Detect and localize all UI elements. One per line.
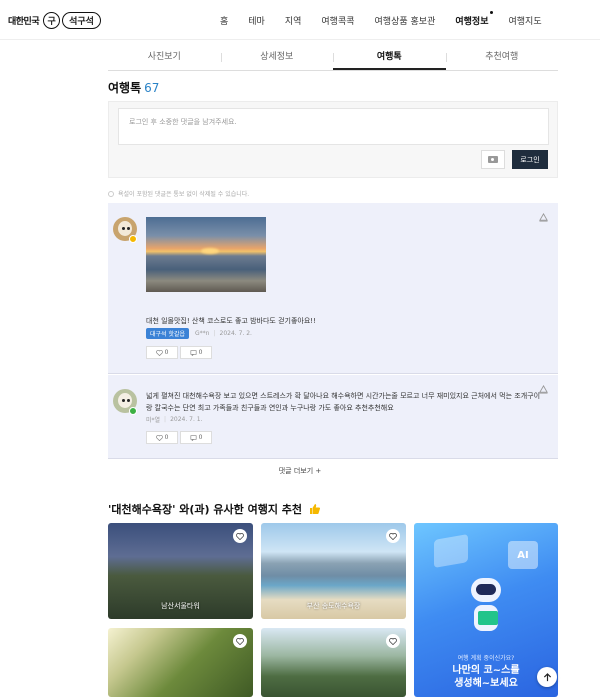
comment-bubble-icon (190, 349, 197, 356)
user-grade-badge (129, 407, 137, 415)
like-count: 0 (164, 434, 169, 441)
heart-icon (389, 637, 397, 645)
recommend-card[interactable]: 남산서울타워 (108, 523, 253, 619)
favorite-button[interactable] (233, 529, 247, 543)
more-comments-button[interactable]: 댓글 더보기 + (0, 466, 600, 476)
comment-text: 대천 일몰맛집! 산책 코스로도 좋고 밤바다도 걷기좋아요!! (146, 317, 316, 325)
global-header: 대한민국 구 석구석 홈 테마 지역 여행콕콕 여행상품 홍보관 여행정보 여행… (0, 0, 600, 40)
robot-visor (476, 584, 496, 595)
nav-travel-info[interactable]: 여행정보 (455, 11, 494, 27)
report-icon[interactable] (539, 213, 548, 222)
like-button[interactable]: 0 (146, 431, 178, 444)
tab-photos[interactable]: 사진보기 (108, 44, 221, 70)
arrow-up-icon (543, 672, 551, 681)
reply-count: 0 (198, 434, 203, 441)
heart-icon (236, 532, 244, 540)
nav-travel-info-label: 여행정보 (455, 17, 489, 27)
comment-actions: 0 0 (146, 431, 214, 444)
ai-badge: AI (508, 541, 538, 569)
recommend-card[interactable] (261, 628, 406, 697)
separator: | (213, 330, 216, 337)
tab-travel-talk[interactable]: 여행톡 (333, 44, 446, 70)
tab-recommend[interactable]: 추천여행 (445, 44, 559, 70)
recommend-title-text: '대천해수욕장' 와(과) 유사한 여행지 추천 (108, 503, 303, 516)
comment-user: 미*열 (146, 417, 161, 424)
talk-title-text: 여행톡 (108, 81, 142, 95)
scroll-top-button[interactable] (537, 667, 557, 687)
nav-travel-products[interactable]: 여행상품 홍보관 (375, 14, 436, 27)
heart-icon (236, 637, 244, 645)
camera-icon (488, 156, 498, 163)
reply-count: 0 (198, 349, 203, 356)
card-title: 남산서울타워 (161, 602, 200, 610)
like-count: 0 (164, 349, 169, 356)
comment-user: G**n (195, 330, 210, 337)
comment-item: 대천 일몰맛집! 산책 코스로도 좋고 밤바다도 걷기좋아요!! 대구석 핫갈읍… (108, 203, 558, 374)
comment-notice: 욕설이 포함된 댓글은 통보 없이 삭제될 수 있습니다. (108, 189, 249, 198)
favorite-button[interactable] (233, 634, 247, 648)
reply-button[interactable]: 0 (180, 346, 212, 359)
nav-travel-kokkok[interactable]: 여행콕콕 (321, 14, 354, 27)
comment-meta: 대구석 핫갈읍 G**n | 2024. 7. 2. (146, 328, 252, 339)
recommend-card[interactable]: 부산 송도해수욕장 (261, 523, 406, 619)
ai-banner-subtitle: 여행 계획 중이신가요? (457, 655, 515, 662)
heart-icon (155, 434, 163, 441)
decorative-cube (434, 534, 468, 568)
active-dot (490, 11, 494, 14)
recommend-title: '대천해수욕장' 와(과) 유사한 여행지 추천 (108, 501, 321, 517)
logo-text-left: 대한민국 (8, 16, 40, 27)
comment-list: 대천 일몰맛집! 산책 코스로도 좋고 밤바다도 걷기좋아요!! 대구석 핫갈읍… (108, 203, 558, 459)
comment-item: 넓게 펼쳐진 대천해수욕장 보고 있으면 스트레스가 확 달아나요 해수욕하면 … (108, 375, 558, 459)
comment-bubble-icon (190, 434, 197, 441)
site-logo[interactable]: 대한민국 구 석구석 (8, 10, 101, 30)
card-title: 부산 송도해수욕장 (306, 602, 361, 610)
ai-course-banner[interactable]: AI 여행 계획 중이신가요? 나만의 코~스를 생성해~보세요 (414, 523, 558, 697)
user-badge: 대구석 핫갈읍 (146, 328, 190, 339)
nav-home[interactable]: 홈 (220, 14, 228, 27)
heart-icon (155, 349, 163, 356)
thumbs-up-icon (309, 504, 320, 514)
separator: | (164, 416, 167, 423)
comment-photo[interactable] (146, 217, 266, 292)
comment-actions: 0 0 (146, 346, 214, 359)
nav-region[interactable]: 지역 (285, 14, 302, 27)
like-button[interactable]: 0 (146, 346, 178, 359)
main-nav: 홈 테마 지역 여행콕콕 여행상품 홍보관 여행정보 여행지도 (220, 11, 562, 27)
nav-theme[interactable]: 테마 (248, 14, 265, 27)
talk-title: 여행톡 67 (108, 79, 159, 96)
logo-mark: 구 (43, 11, 61, 29)
favorite-button[interactable] (386, 529, 400, 543)
comment-text: 넓게 펼쳐진 대천해수욕장 보고 있으면 스트레스가 확 달아나요 해수욕하면 … (146, 392, 541, 412)
comment-date: 2024. 7. 1. (170, 416, 203, 423)
notice-text: 욕설이 포함된 댓글은 통보 없이 삭제될 수 있습니다. (118, 191, 250, 198)
nav-travel-map[interactable]: 여행지도 (508, 14, 541, 27)
photo-upload-button[interactable] (481, 150, 505, 169)
tab-details[interactable]: 상세정보 (220, 44, 334, 70)
comment-meta: 미*열 | 2024. 7. 1. (146, 415, 203, 424)
heart-icon (389, 532, 397, 540)
info-icon (108, 190, 114, 197)
recommend-card[interactable] (108, 628, 253, 697)
login-button[interactable]: 로그인 (512, 150, 548, 169)
comment-write-box: 로그인 후 소중한 댓글을 남겨주세요. 로그인 (108, 101, 558, 178)
reply-button[interactable]: 0 (180, 431, 212, 444)
robot-card (478, 611, 498, 625)
favorite-button[interactable] (386, 634, 400, 648)
talk-count: 67 (144, 81, 160, 95)
detail-tabs: 사진보기 상세정보 여행톡 추천여행 (108, 44, 558, 71)
logo-text-right: 석구석 (62, 11, 101, 29)
comment-date: 2024. 7. 2. (219, 330, 252, 337)
user-grade-badge (129, 235, 137, 243)
comment-input[interactable]: 로그인 후 소중한 댓글을 남겨주세요. (118, 108, 549, 145)
